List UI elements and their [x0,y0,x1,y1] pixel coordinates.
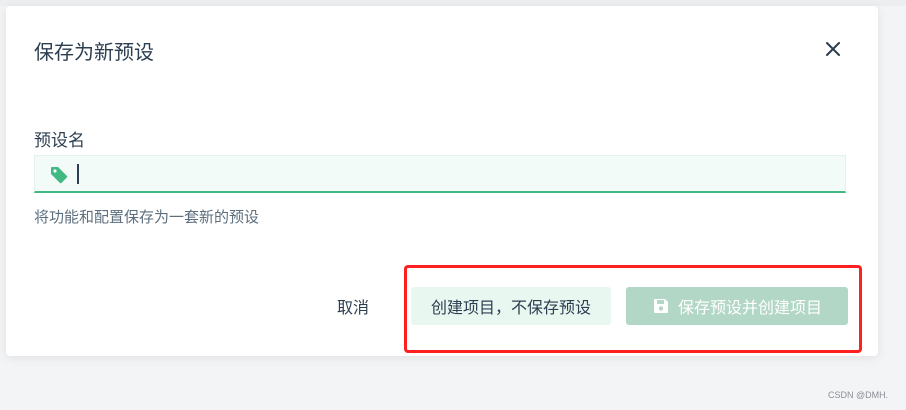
preset-name-input[interactable] [75,160,835,188]
preset-name-field[interactable] [34,155,846,193]
close-icon [826,42,840,56]
save-preset-dialog: 保存为新预设 预设名 将功能和配置保存为一套新的预设 取消 创建项目，不保存预设… [6,6,878,356]
preset-name-hint: 将功能和配置保存为一套新的预设 [34,208,260,226]
save-and-create-label: 保存预设并创建项目 [677,298,822,317]
preset-name-label: 预设名 [34,131,85,151]
cancel-button[interactable]: 取消 [322,287,384,325]
close-button[interactable] [820,36,846,62]
create-without-save-button[interactable]: 创建项目，不保存预设 [411,287,611,325]
floppy-disk-icon [653,299,668,313]
watermark: CSDN @DMH. [828,390,889,400]
tag-icon [51,167,68,184]
dialog-title: 保存为新预设 [34,40,154,64]
text-caret [77,164,79,184]
save-and-create-button[interactable]: 保存预设并创建项目 [626,287,848,325]
